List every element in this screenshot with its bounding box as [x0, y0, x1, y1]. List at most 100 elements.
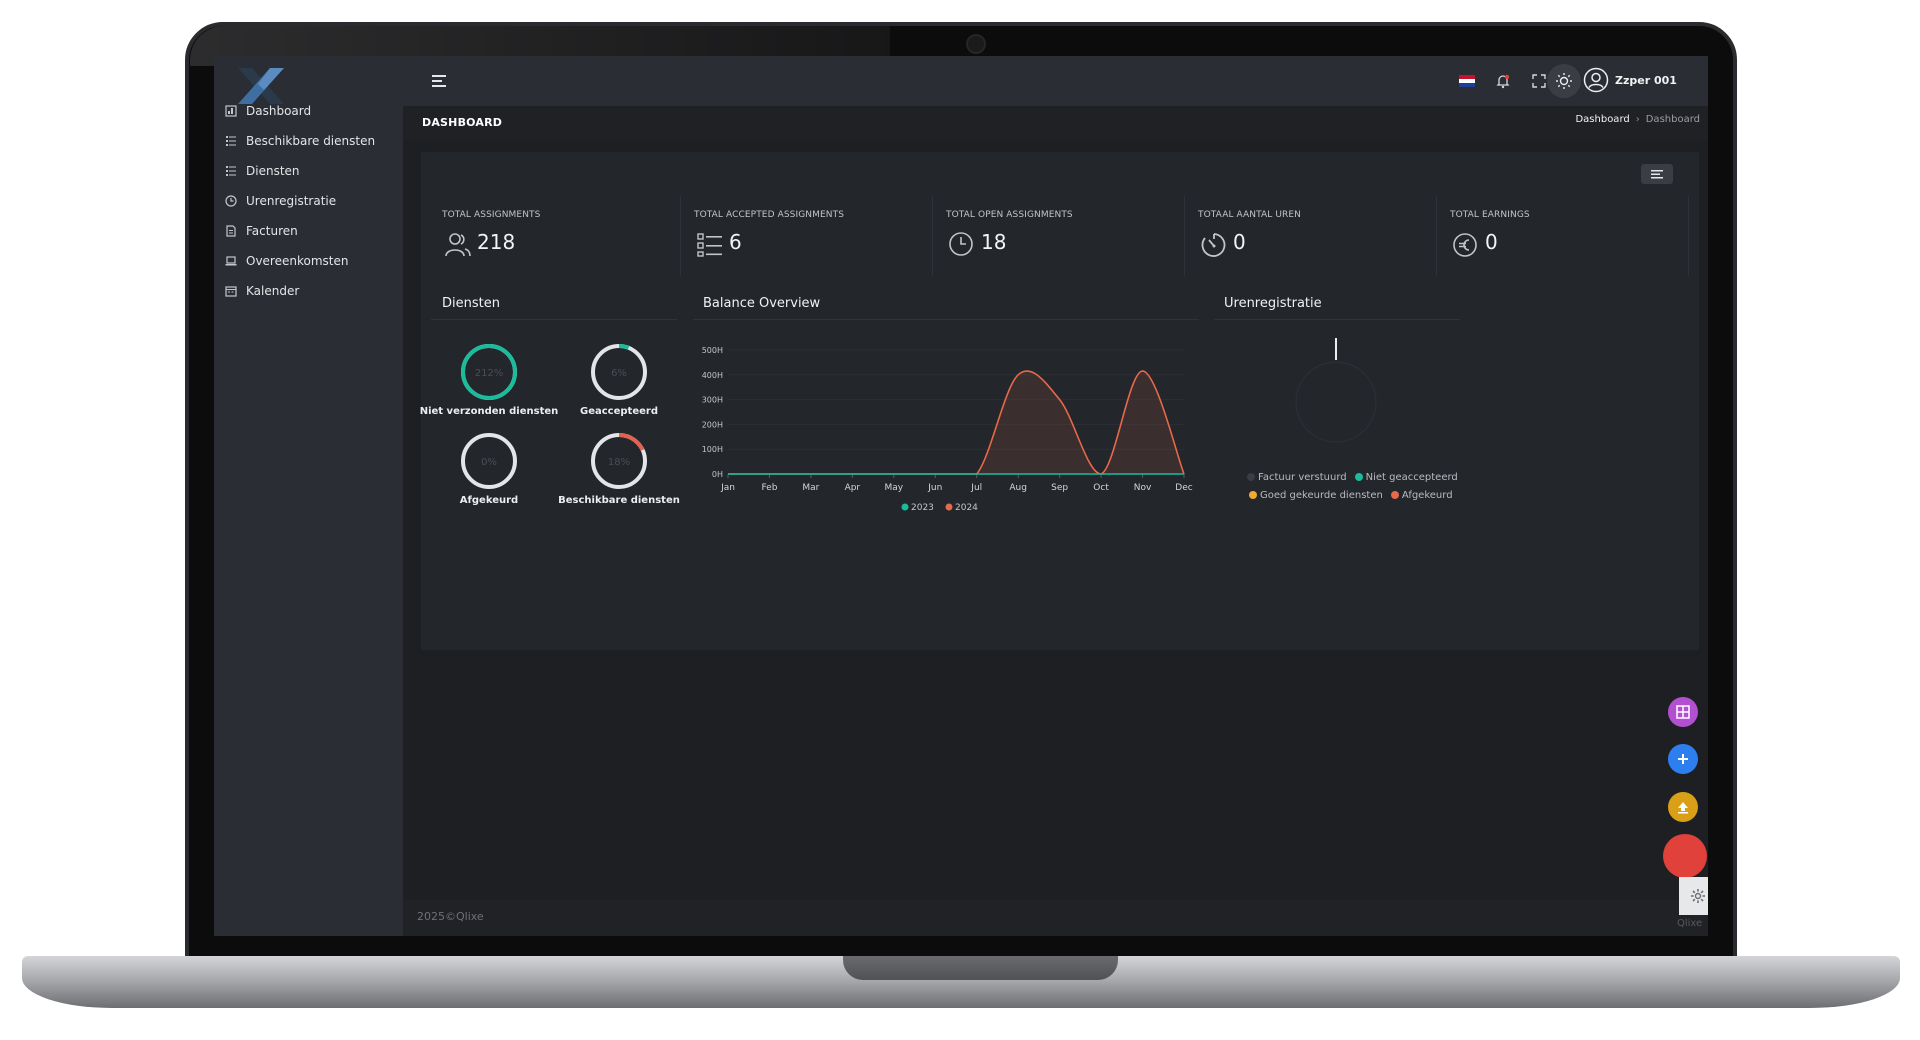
y-tick-label: 200H: [702, 420, 723, 429]
plus-icon: [1678, 754, 1688, 764]
legend-dot: [1249, 491, 1257, 499]
page-header: DASHBOARD Dashboard › Dashboard: [403, 106, 1708, 140]
legend-dot: [1354, 473, 1363, 481]
x-tick-label: Jul: [970, 483, 982, 493]
dashboard-card: TOTAL ASSIGNMENTS 218 TOTAL ACCEPTED ASS…: [420, 152, 1699, 650]
upload-icon: [1678, 802, 1688, 814]
app-screen: Dashboard Beschikbare diensten Diensten …: [214, 56, 1708, 936]
legend-dot: [901, 503, 909, 511]
series-area-2024: [728, 371, 1184, 474]
sidebar-item-urenregistratie[interactable]: Urenregistratie: [224, 189, 336, 213]
x-tick-label: Oct: [1093, 483, 1109, 493]
progress-ring: 18%: [591, 433, 647, 489]
x-tick-label: Sep: [1051, 483, 1068, 493]
stat-label: TOTAL ACCEPTED ASSIGNMENTS: [694, 210, 845, 220]
y-tick-label: 0H: [712, 470, 723, 479]
breadcrumb-separator-icon: ›: [1635, 114, 1640, 125]
stat-value: 6: [729, 230, 742, 254]
laptop-icon: [224, 254, 238, 268]
x-tick-label: Mar: [802, 483, 819, 493]
bell-icon: [1496, 74, 1510, 89]
ring-percent: 212%: [475, 368, 504, 379]
clock-icon: [949, 232, 973, 256]
gear-icon: [1691, 889, 1705, 903]
clock-icon: [224, 194, 238, 208]
record-fab-button[interactable]: [1663, 834, 1707, 878]
y-tick-label: 300H: [702, 396, 723, 405]
x-tick-label: Jan: [720, 483, 735, 493]
topbar: Zzper 001: [403, 56, 1708, 106]
sidebar-item-beschikbare-diensten[interactable]: Beschikbare diensten: [224, 129, 375, 153]
x-tick-label: Nov: [1134, 483, 1152, 493]
menu-toggle-button[interactable]: [428, 70, 452, 92]
grid-fab-button[interactable]: [1668, 697, 1698, 727]
sun-icon: [1556, 73, 1572, 89]
stat-label: TOTAAL AANTAL UREN: [1198, 210, 1302, 220]
x-tick-label: May: [885, 483, 904, 493]
hamburger-icon: [432, 75, 446, 87]
list-icon: [224, 164, 238, 178]
document-icon: [224, 224, 238, 238]
ring-percent: 18%: [608, 457, 630, 468]
legend-label: Afgekeurd: [1401, 490, 1453, 501]
legend-label[interactable]: 2024: [955, 503, 978, 513]
stat-total-earnings: TOTAL EARNINGS 0: [1437, 196, 1689, 276]
add-fab-button[interactable]: [1668, 744, 1698, 774]
sidebar-item-facturen[interactable]: Facturen: [224, 219, 298, 243]
sidebar-item-label: Dashboard: [246, 104, 312, 118]
x-tick-label: Dec: [1175, 483, 1192, 493]
donut-label: Afgekeurd: [459, 495, 519, 506]
sidebar-item-dashboard[interactable]: Dashboard: [224, 99, 311, 123]
donut-afgekeurd: 0% Afgekeurd: [414, 431, 564, 506]
divider: [1214, 319, 1460, 320]
legend-item[interactable]: Afgekeurd: [1390, 490, 1453, 501]
divider: [693, 319, 1199, 320]
legend-dot: [945, 503, 953, 511]
grid-icon: [1676, 705, 1690, 719]
sidebar-item-kalender[interactable]: Kalender: [224, 279, 299, 303]
language-button[interactable]: [1456, 70, 1478, 92]
breadcrumb: Dashboard › Dashboard: [1575, 114, 1700, 125]
footer: 2025©Qlixe: [403, 900, 1708, 936]
sidebar-item-overeenkomsten[interactable]: Overeenkomsten: [224, 249, 348, 273]
stat-value: 0: [1485, 230, 1498, 254]
breadcrumb-current: Dashboard: [1645, 114, 1700, 125]
sidebar-item-label: Beschikbare diensten: [246, 134, 376, 148]
breadcrumb-link[interactable]: Dashboard: [1575, 114, 1629, 125]
sidebar-item-diensten[interactable]: Diensten: [224, 159, 300, 183]
legend-label: Goed gekeurde diensten: [1260, 490, 1383, 501]
theme-toggle-button[interactable]: [1547, 64, 1581, 98]
legend-item[interactable]: Factuur verstuurd: [1247, 472, 1347, 483]
sidebar: Dashboard Beschikbare diensten Diensten …: [214, 56, 403, 936]
fullscreen-icon: [1532, 74, 1546, 88]
user-menu[interactable]: Zzper 001: [1583, 67, 1677, 93]
progress-ring: 6%: [591, 344, 647, 400]
settings-button[interactable]: [1679, 877, 1708, 915]
menu-lines-icon: [1651, 170, 1663, 179]
stat-total-accepted-assignments: TOTAL ACCEPTED ASSIGNMENTS 6: [681, 196, 933, 276]
legend-item[interactable]: Goed gekeurde diensten: [1249, 490, 1383, 501]
legend-label[interactable]: 2023: [911, 503, 934, 513]
uren-legend-row-2: Goed gekeurde diensten Afgekeurd: [1249, 490, 1453, 501]
ring-percent: 0%: [481, 457, 497, 468]
sidebar-item-label: Urenregistratie: [246, 194, 337, 208]
legend-label: Factuur verstuurd: [1258, 472, 1347, 483]
card-menu-button[interactable]: [1641, 164, 1673, 184]
x-tick-label: Apr: [845, 483, 861, 493]
user-name: Zzper 001: [1615, 73, 1677, 87]
urenregistratie-pie-chart: [1295, 338, 1377, 443]
notifications-button[interactable]: [1492, 70, 1514, 92]
brand-name: Qlixe: [1677, 918, 1703, 929]
pie-ring: [1295, 361, 1377, 443]
legend-item[interactable]: Niet geaccepteerd: [1354, 472, 1458, 483]
stat-label: TOTAL OPEN ASSIGNMENTS: [946, 210, 1073, 220]
sidebar-item-label: Overeenkomsten: [246, 254, 349, 268]
donut-geaccepteerd: 6% Geaccepteerd: [544, 342, 694, 417]
upload-fab-button[interactable]: [1668, 792, 1698, 822]
donut-beschikbare-diensten: 18% Beschikbare diensten: [544, 431, 694, 506]
stat-label: TOTAL ASSIGNMENTS: [442, 210, 541, 220]
footer-copyright: 2025©Qlixe: [417, 910, 484, 923]
urenregistratie-title: Urenregistratie: [1224, 296, 1322, 311]
dashboard-icon: [224, 104, 238, 118]
laptop-notch: [843, 956, 1118, 980]
